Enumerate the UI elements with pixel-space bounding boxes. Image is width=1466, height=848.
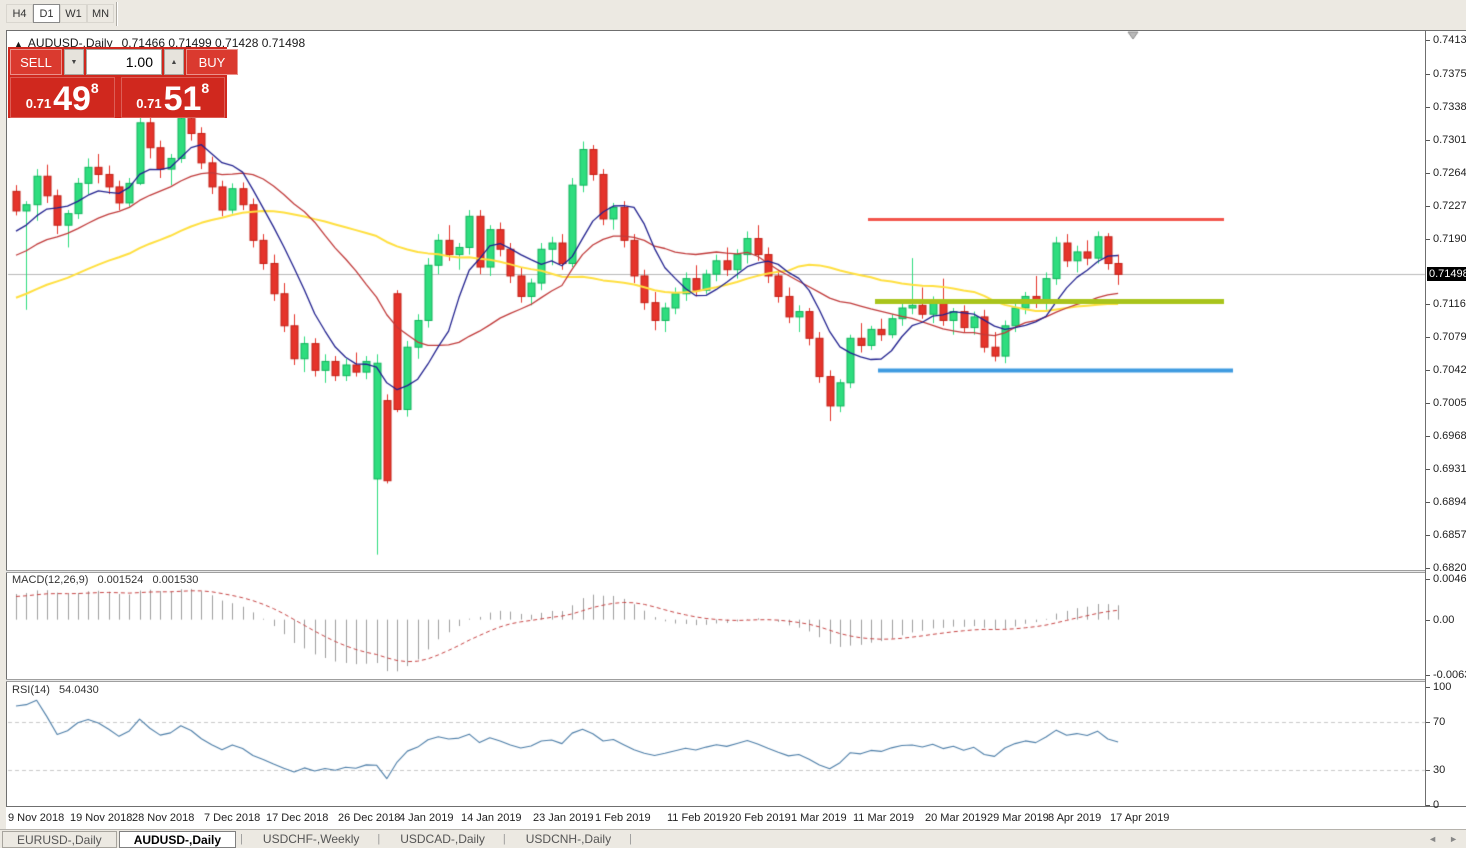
tab-separator: | <box>240 833 243 845</box>
scroll-left-icon[interactable]: ◄ <box>1428 834 1437 844</box>
one-click-trading-panel: SELL ▼ ▲ BUY 0.71 49 8 0.71 51 8 <box>8 47 227 118</box>
chart-tab-usdchf[interactable]: USDCHF-,Weekly <box>249 831 373 848</box>
macd-name: MACD(12,26,9) <box>12 574 88 586</box>
chevron-up-icon: ▲ <box>171 59 178 66</box>
volume-increase-button[interactable]: ▲ <box>164 49 184 75</box>
symbol-tab-bar: EURUSD-,DailyAUDUSD-,Daily | USDCHF-,Weekl… <box>0 829 1466 848</box>
tab-separator: | <box>629 833 632 845</box>
macd-signal-value: 0.001530 <box>152 574 198 586</box>
panel-splitter-macd[interactable] <box>6 570 1425 573</box>
tab-separator: | <box>377 833 380 845</box>
rsi-value: 54.0430 <box>59 684 99 696</box>
scroll-right-icon[interactable]: ► <box>1449 834 1458 844</box>
rsi-indicator-label: RSI(14) 54.0430 <box>12 684 105 696</box>
buy-price-big-digits: 51 <box>164 81 202 117</box>
sell-price-prefix: 0.71 <box>26 96 51 117</box>
buy-price-pipette: 8 <box>201 80 209 96</box>
macd-main-value: 0.001524 <box>97 574 143 586</box>
price-chart-canvas[interactable] <box>0 0 1466 848</box>
panel-splitter-rsi[interactable] <box>6 679 1425 682</box>
buy-button[interactable]: BUY <box>186 49 238 75</box>
chart-tab-usdcnh[interactable]: USDCNH-,Daily <box>512 831 625 848</box>
buy-price-prefix: 0.71 <box>136 96 161 117</box>
sell-button[interactable]: SELL <box>10 49 62 75</box>
tab-separator: | <box>503 833 506 845</box>
chart-tab-eurusd[interactable]: EURUSD-,Daily <box>2 831 117 848</box>
volume-decrease-button[interactable]: ▼ <box>64 49 84 75</box>
rsi-name: RSI(14) <box>12 684 50 696</box>
buy-price-display[interactable]: 0.71 51 8 <box>121 77 226 118</box>
sell-price-pipette: 8 <box>91 80 99 96</box>
chart-tab-usdcad[interactable]: USDCAD-,Daily <box>386 831 499 848</box>
price-axis-border <box>1425 30 1426 806</box>
date-axis <box>6 806 1466 829</box>
volume-input[interactable] <box>86 49 162 75</box>
chevron-down-icon: ▼ <box>71 59 78 66</box>
sell-price-display[interactable]: 0.71 49 8 <box>10 77 115 118</box>
macd-indicator-label: MACD(12,26,9) 0.001524 0.001530 <box>12 574 204 586</box>
chart-tab-audusd[interactable]: AUDUSD-,Daily <box>119 831 236 848</box>
sell-price-big-digits: 49 <box>53 81 91 117</box>
